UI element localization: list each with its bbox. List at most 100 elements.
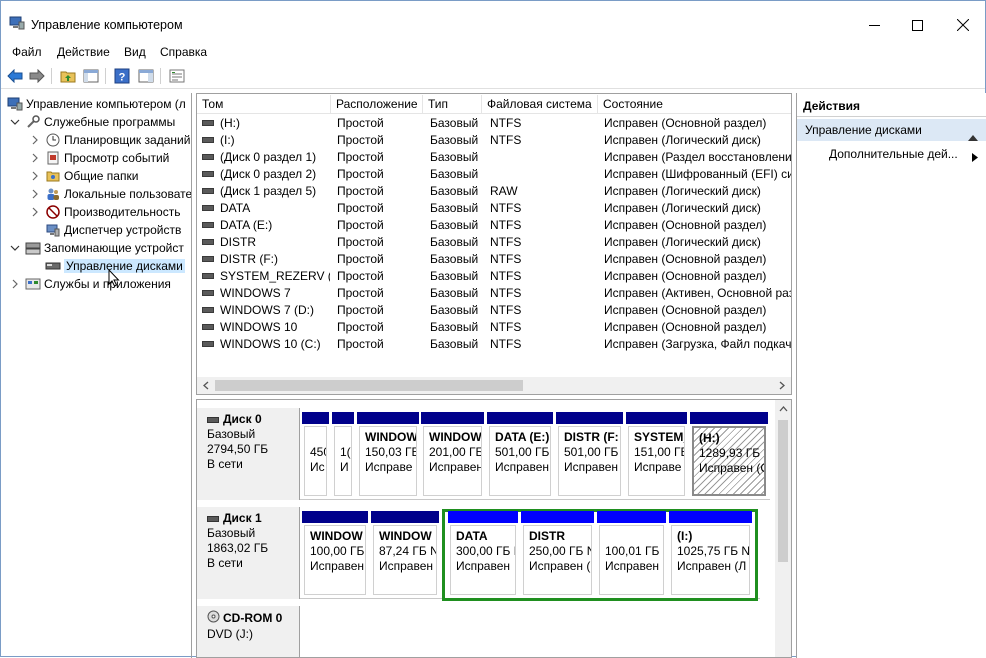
- volume-row[interactable]: (Диск 0 раздел 1) Простой Базовый Исправен …: [197, 149, 791, 166]
- back-arrow-icon[interactable]: [6, 67, 24, 85]
- status-cell: Исправен (Основной раздел): [604, 320, 767, 334]
- actions-section-disk-management[interactable]: Управление дисками: [797, 119, 986, 141]
- show-action-pane-icon[interactable]: [137, 67, 155, 85]
- partition[interactable]: 100,01 ГБ F Исправен: [597, 511, 666, 597]
- partition[interactable]: DISTR 250,00 ГБ N Исправен (: [521, 511, 594, 597]
- tree-item-task-scheduler[interactable]: Планировщик заданий: [29, 131, 190, 149]
- tree-item-services-apps[interactable]: Службы и приложения: [9, 275, 171, 293]
- partition[interactable]: WINDOW 87,24 ГБ N Исправен: [371, 511, 439, 597]
- tree-item-local-users[interactable]: Локальные пользовате: [29, 185, 191, 203]
- horizontal-scrollbar[interactable]: [197, 377, 791, 394]
- cdrom-0-label[interactable]: CD-ROM 0 DVD (J:): [197, 606, 300, 657]
- tree-item-device-manager[interactable]: Диспетчер устройств: [45, 221, 181, 239]
- volume-icon: [202, 204, 214, 211]
- menu-view[interactable]: Вид: [124, 45, 146, 59]
- scroll-up-arrow-icon[interactable]: [778, 404, 788, 414]
- chevron-right-icon[interactable]: [29, 134, 41, 146]
- layout-cell: Простой: [337, 252, 384, 266]
- scroll-right-arrow-icon[interactable]: [776, 380, 787, 391]
- chevron-down-icon[interactable]: [9, 116, 21, 128]
- volume-row[interactable]: (Диск 0 раздел 2) Простой Базовый Исправен …: [197, 166, 791, 183]
- volume-row[interactable]: WINDOWS 10 Простой Базовый NTFS Исправен (Ос…: [197, 319, 791, 336]
- type-cell: Базовый: [430, 201, 479, 215]
- scroll-left-arrow-icon[interactable]: [200, 380, 211, 391]
- partition[interactable]: DATA 300,00 ГБ N Исправен: [448, 511, 518, 597]
- collapse-up-icon[interactable]: [968, 126, 978, 148]
- tree-item-computer-management[interactable]: Управление компьютером (л: [7, 95, 186, 113]
- volume-icon: [202, 238, 214, 245]
- navigation-tree: Управление компьютером (л Служебные прог…: [3, 93, 192, 658]
- device-manager-icon: [45, 222, 61, 238]
- partition[interactable]: (I:) 1025,75 ГБ N Исправен (Л: [669, 511, 752, 597]
- column-header-status[interactable]: Состояние: [598, 95, 791, 114]
- properties-icon[interactable]: [168, 67, 186, 85]
- chevron-right-icon[interactable]: [29, 188, 41, 200]
- menu-help[interactable]: Справка: [160, 45, 207, 59]
- mouse-cursor-icon: [108, 268, 120, 290]
- type-cell: Базовый: [430, 252, 479, 266]
- status-cell: Исправен (Шифрованный (EFI) си: [604, 167, 792, 181]
- chevron-right-icon[interactable]: [9, 278, 21, 290]
- partition[interactable]: SYSTEM_ 151,00 ГБ Исправе: [626, 412, 687, 498]
- menu-bar: Файл Действие Вид Справка: [1, 41, 985, 63]
- vertical-scroll-thumb[interactable]: [778, 420, 788, 562]
- volume-row[interactable]: WINDOWS 7 (D:) Простой Базовый NTFS Исправен…: [197, 302, 791, 319]
- partition[interactable]: WINDOW 201,00 ГБ Исправен: [421, 412, 484, 498]
- partition[interactable]: WINDOW100,00 ГБ NИсправен: [302, 511, 368, 597]
- show-tree-icon[interactable]: [82, 67, 100, 85]
- volume-row[interactable]: WINDOWS 10 (C:) Простой Базовый NTFS Исправе…: [197, 336, 791, 353]
- chevron-down-icon[interactable]: [9, 242, 21, 254]
- minimize-button[interactable]: [851, 11, 897, 39]
- volume-icon: [202, 221, 214, 228]
- column-header-type[interactable]: Тип: [423, 95, 482, 114]
- volume-name: SYSTEM_REZERV (G:): [220, 269, 330, 283]
- disk-1-label[interactable]: Диск 1 Базовый 1863,02 ГБ В сети: [197, 507, 300, 599]
- tree-item-performance[interactable]: Производительность: [29, 203, 180, 221]
- volume-icon: [202, 187, 214, 194]
- type-cell: Базовый: [430, 303, 479, 317]
- maximize-button[interactable]: [894, 11, 940, 39]
- type-cell: Базовый: [430, 218, 479, 232]
- column-header-volume[interactable]: Том: [197, 95, 331, 114]
- volume-row[interactable]: (I:) Простой Базовый NTFS Исправен (Логическ…: [197, 132, 791, 149]
- volume-name: (Диск 0 раздел 1): [220, 150, 317, 164]
- chevron-right-icon[interactable]: [29, 206, 41, 218]
- partition[interactable]: (H:) 1289,93 ГБ N Исправен (С: [690, 412, 768, 498]
- volume-name-cell: DATA (E:): [202, 217, 330, 234]
- disk-0-label[interactable]: Диск 0 Базовый 2794,50 ГБ В сети: [197, 408, 300, 500]
- volume-row[interactable]: (H:) Простой Базовый NTFS Исправен (Основной…: [197, 115, 791, 132]
- column-header-filesystem[interactable]: Файловая система: [482, 95, 598, 114]
- volume-name: (Диск 0 раздел 2): [220, 167, 317, 181]
- volume-row[interactable]: SYSTEM_REZERV (G:) Простой Базовый NTFS Испр…: [197, 268, 791, 285]
- chevron-right-icon[interactable]: [29, 170, 41, 182]
- tree-item-storage[interactable]: Запоминающие устройст: [9, 239, 184, 257]
- actions-pane: Действия Управление дисками Дополнительн…: [796, 93, 986, 658]
- menu-action[interactable]: Действие: [57, 45, 110, 59]
- menu-file[interactable]: Файл: [12, 45, 42, 59]
- filesystem-cell: NTFS: [490, 116, 522, 130]
- up-folder-icon[interactable]: [59, 67, 77, 85]
- partition[interactable]: DISTR (F: 501,00 ГБ Исправен: [556, 412, 623, 498]
- forward-arrow-icon[interactable]: [28, 67, 46, 85]
- type-cell: Базовый: [430, 116, 479, 130]
- tree-item-shared-folders[interactable]: Общие папки: [29, 167, 138, 185]
- help-icon[interactable]: ?: [113, 67, 131, 85]
- partition[interactable]: DATA (E:) 501,00 ГБ Исправен: [487, 412, 553, 498]
- partition[interactable]: WINDOW 150,03 ГБ Исправе: [357, 412, 419, 498]
- volume-row[interactable]: DATA Простой Базовый NTFS Исправен (Логическ…: [197, 200, 791, 217]
- chevron-right-icon[interactable]: [29, 152, 41, 164]
- column-header-layout[interactable]: Расположение: [331, 95, 423, 114]
- partition[interactable]: 1(И: [332, 412, 354, 498]
- partition[interactable]: 450Ис: [302, 412, 329, 498]
- vertical-scrollbar[interactable]: [775, 400, 791, 657]
- tree-item-event-viewer[interactable]: Просмотр событий: [29, 149, 169, 167]
- tree-item-system-tools[interactable]: Служебные программы: [9, 113, 175, 131]
- more-actions-item[interactable]: Дополнительные дей...: [829, 146, 978, 162]
- volume-row[interactable]: DISTR Простой Базовый NTFS Исправен (Логичес…: [197, 234, 791, 251]
- close-button[interactable]: [940, 11, 986, 39]
- volume-row[interactable]: WINDOWS 7 Простой Базовый NTFS Исправен (Акт…: [197, 285, 791, 302]
- volume-row[interactable]: DATA (E:) Простой Базовый NTFS Исправен (Осн…: [197, 217, 791, 234]
- horizontal-scroll-thumb[interactable]: [215, 380, 523, 391]
- volume-row[interactable]: (Диск 1 раздел 5) Простой Базовый RAW Исправ…: [197, 183, 791, 200]
- volume-row[interactable]: DISTR (F:) Простой Базовый NTFS Исправен (Ос…: [197, 251, 791, 268]
